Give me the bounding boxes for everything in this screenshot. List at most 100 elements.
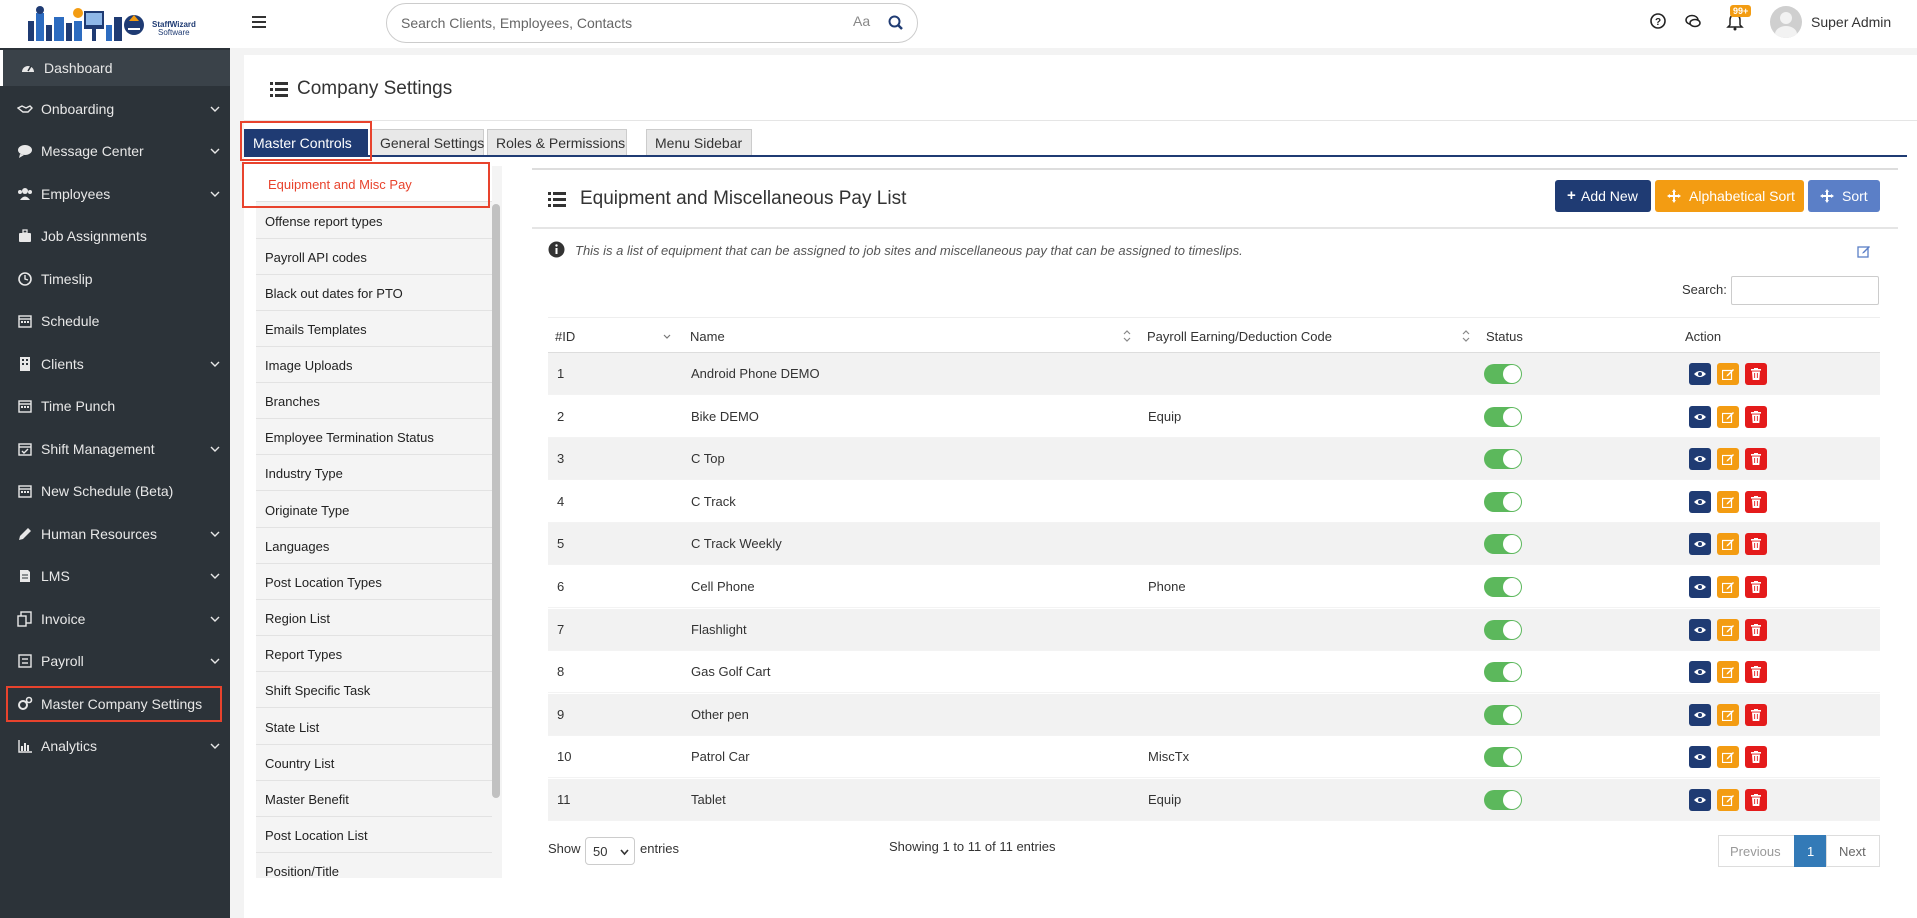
status-toggle[interactable] — [1484, 790, 1522, 810]
view-button[interactable] — [1689, 789, 1711, 811]
list-item[interactable]: Branches — [256, 383, 492, 419]
global-search-input[interactable] — [401, 12, 841, 34]
delete-button[interactable] — [1745, 703, 1767, 726]
next-page-button[interactable]: Next — [1826, 835, 1880, 867]
sidebar-item-analytics[interactable]: Analytics — [0, 728, 230, 764]
edit-button[interactable] — [1717, 618, 1739, 641]
view-button[interactable] — [1689, 661, 1711, 684]
delete-button[interactable] — [1745, 746, 1767, 769]
sidebar-item-payroll[interactable]: Payroll — [0, 643, 230, 679]
edit-button[interactable] — [1717, 448, 1739, 471]
alphabetical-sort-button[interactable]: Alphabetical Sort — [1655, 180, 1804, 212]
menu-toggle-icon[interactable] — [252, 12, 266, 32]
column-header-name[interactable]: Name — [683, 317, 1140, 353]
edit-button[interactable] — [1717, 533, 1739, 556]
sidebar-item-invoice[interactable]: Invoice — [0, 601, 230, 637]
edit-button[interactable] — [1717, 703, 1739, 726]
delete-button[interactable] — [1745, 490, 1767, 513]
list-item[interactable]: Post Location Types — [256, 564, 492, 600]
delete-button[interactable] — [1745, 789, 1767, 811]
delete-button[interactable] — [1745, 533, 1767, 556]
column-header-payroll-code[interactable]: Payroll Earning/Deduction Code — [1140, 317, 1479, 353]
sidebar-item-timeslip[interactable]: Timeslip — [0, 261, 230, 297]
list-item[interactable]: Originate Type — [256, 492, 492, 528]
view-button[interactable] — [1689, 490, 1711, 513]
list-item[interactable]: Image Uploads — [256, 347, 492, 383]
view-button[interactable] — [1689, 363, 1711, 385]
status-toggle[interactable] — [1484, 747, 1522, 768]
delete-button[interactable] — [1745, 661, 1767, 684]
entries-select[interactable]: 50 — [585, 837, 635, 865]
edit-button[interactable] — [1717, 363, 1739, 385]
status-toggle[interactable] — [1484, 619, 1522, 640]
sidebar-item-employees[interactable]: Employees — [0, 176, 230, 212]
delete-button[interactable] — [1745, 363, 1767, 385]
page-1-button[interactable]: 1 — [1794, 835, 1827, 867]
table-search-input[interactable] — [1731, 276, 1879, 305]
sidebar-item-time-punch[interactable]: Time Punch — [0, 388, 230, 424]
list-item[interactable]: Position/Title — [256, 853, 492, 878]
edit-button[interactable] — [1717, 789, 1739, 811]
sidebar-item-message-center[interactable]: Message Center — [0, 133, 230, 169]
list-item[interactable]: Master Benefit — [256, 781, 492, 817]
view-button[interactable] — [1689, 448, 1711, 471]
view-button[interactable] — [1689, 405, 1711, 428]
status-toggle[interactable] — [1484, 364, 1522, 384]
list-item[interactable]: Post Location List — [256, 817, 492, 853]
edit-button[interactable] — [1717, 661, 1739, 684]
sidebar-item-human-resources[interactable]: Human Resources — [0, 516, 230, 552]
status-toggle[interactable] — [1484, 534, 1522, 555]
column-header-id[interactable]: #ID — [548, 317, 683, 353]
delete-button[interactable] — [1745, 576, 1767, 598]
list-item[interactable]: Industry Type — [256, 455, 492, 491]
tab-general-settings[interactable]: General Settings — [371, 129, 484, 155]
list-item[interactable]: Emails Templates — [256, 311, 492, 347]
user-name[interactable]: Super Admin — [1811, 14, 1891, 30]
chat-icon[interactable] — [1683, 11, 1703, 31]
list-item[interactable]: State List — [256, 709, 492, 745]
status-toggle[interactable] — [1484, 406, 1522, 427]
status-toggle[interactable] — [1484, 491, 1522, 512]
view-button[interactable] — [1689, 618, 1711, 641]
sidebar-item-lms[interactable]: LMS — [0, 558, 230, 594]
sidebar-item-schedule[interactable]: Schedule — [0, 303, 230, 339]
sidebar-item-clients[interactable]: Clients — [0, 346, 230, 382]
status-toggle[interactable] — [1484, 704, 1522, 725]
list-item[interactable]: Shift Specific Task — [256, 672, 492, 708]
search-icon[interactable] — [887, 14, 905, 32]
list-item[interactable]: Offense report types — [256, 203, 492, 239]
list-scrollbar[interactable] — [492, 204, 500, 798]
view-button[interactable] — [1689, 703, 1711, 726]
tab-menu-sidebar[interactable]: Menu Sidebar — [646, 129, 752, 155]
edit-button[interactable] — [1717, 405, 1739, 428]
sidebar-item-new-schedule[interactable]: New Schedule (Beta) — [0, 473, 230, 509]
add-new-button[interactable]: + Add New — [1555, 180, 1651, 212]
delete-button[interactable] — [1745, 405, 1767, 428]
list-item[interactable]: Black out dates for PTO — [256, 275, 492, 311]
list-item[interactable]: Report Types — [256, 636, 492, 672]
delete-button[interactable] — [1745, 618, 1767, 641]
sidebar-item-dashboard[interactable]: Dashboard — [0, 50, 230, 86]
sort-button[interactable]: Sort — [1808, 180, 1880, 212]
edit-button[interactable] — [1717, 746, 1739, 769]
sidebar-item-shift-management[interactable]: Shift Management — [0, 431, 230, 467]
sidebar-item-master-company-settings[interactable]: Master Company Settings — [6, 686, 222, 722]
view-button[interactable] — [1689, 533, 1711, 556]
avatar[interactable] — [1770, 6, 1802, 38]
status-toggle[interactable] — [1484, 577, 1522, 597]
sidebar-item-job-assignments[interactable]: Job Assignments — [0, 218, 230, 254]
list-item[interactable]: Region List — [256, 600, 492, 636]
sidebar-item-onboarding[interactable]: Onboarding — [0, 91, 230, 127]
list-item[interactable]: Employee Termination Status — [256, 419, 492, 455]
list-item[interactable]: Languages — [256, 528, 492, 564]
tab-roles-permissions[interactable]: Roles & Permissions — [487, 129, 627, 155]
previous-page-button[interactable]: Previous — [1718, 835, 1795, 867]
status-toggle[interactable] — [1484, 662, 1522, 683]
edit-button[interactable] — [1717, 490, 1739, 513]
delete-button[interactable] — [1745, 448, 1767, 471]
list-item[interactable]: Country List — [256, 745, 492, 781]
view-button[interactable] — [1689, 576, 1711, 598]
view-button[interactable] — [1689, 746, 1711, 769]
match-case-toggle[interactable]: Aa — [853, 13, 870, 29]
list-item[interactable]: Payroll API codes — [256, 239, 492, 275]
